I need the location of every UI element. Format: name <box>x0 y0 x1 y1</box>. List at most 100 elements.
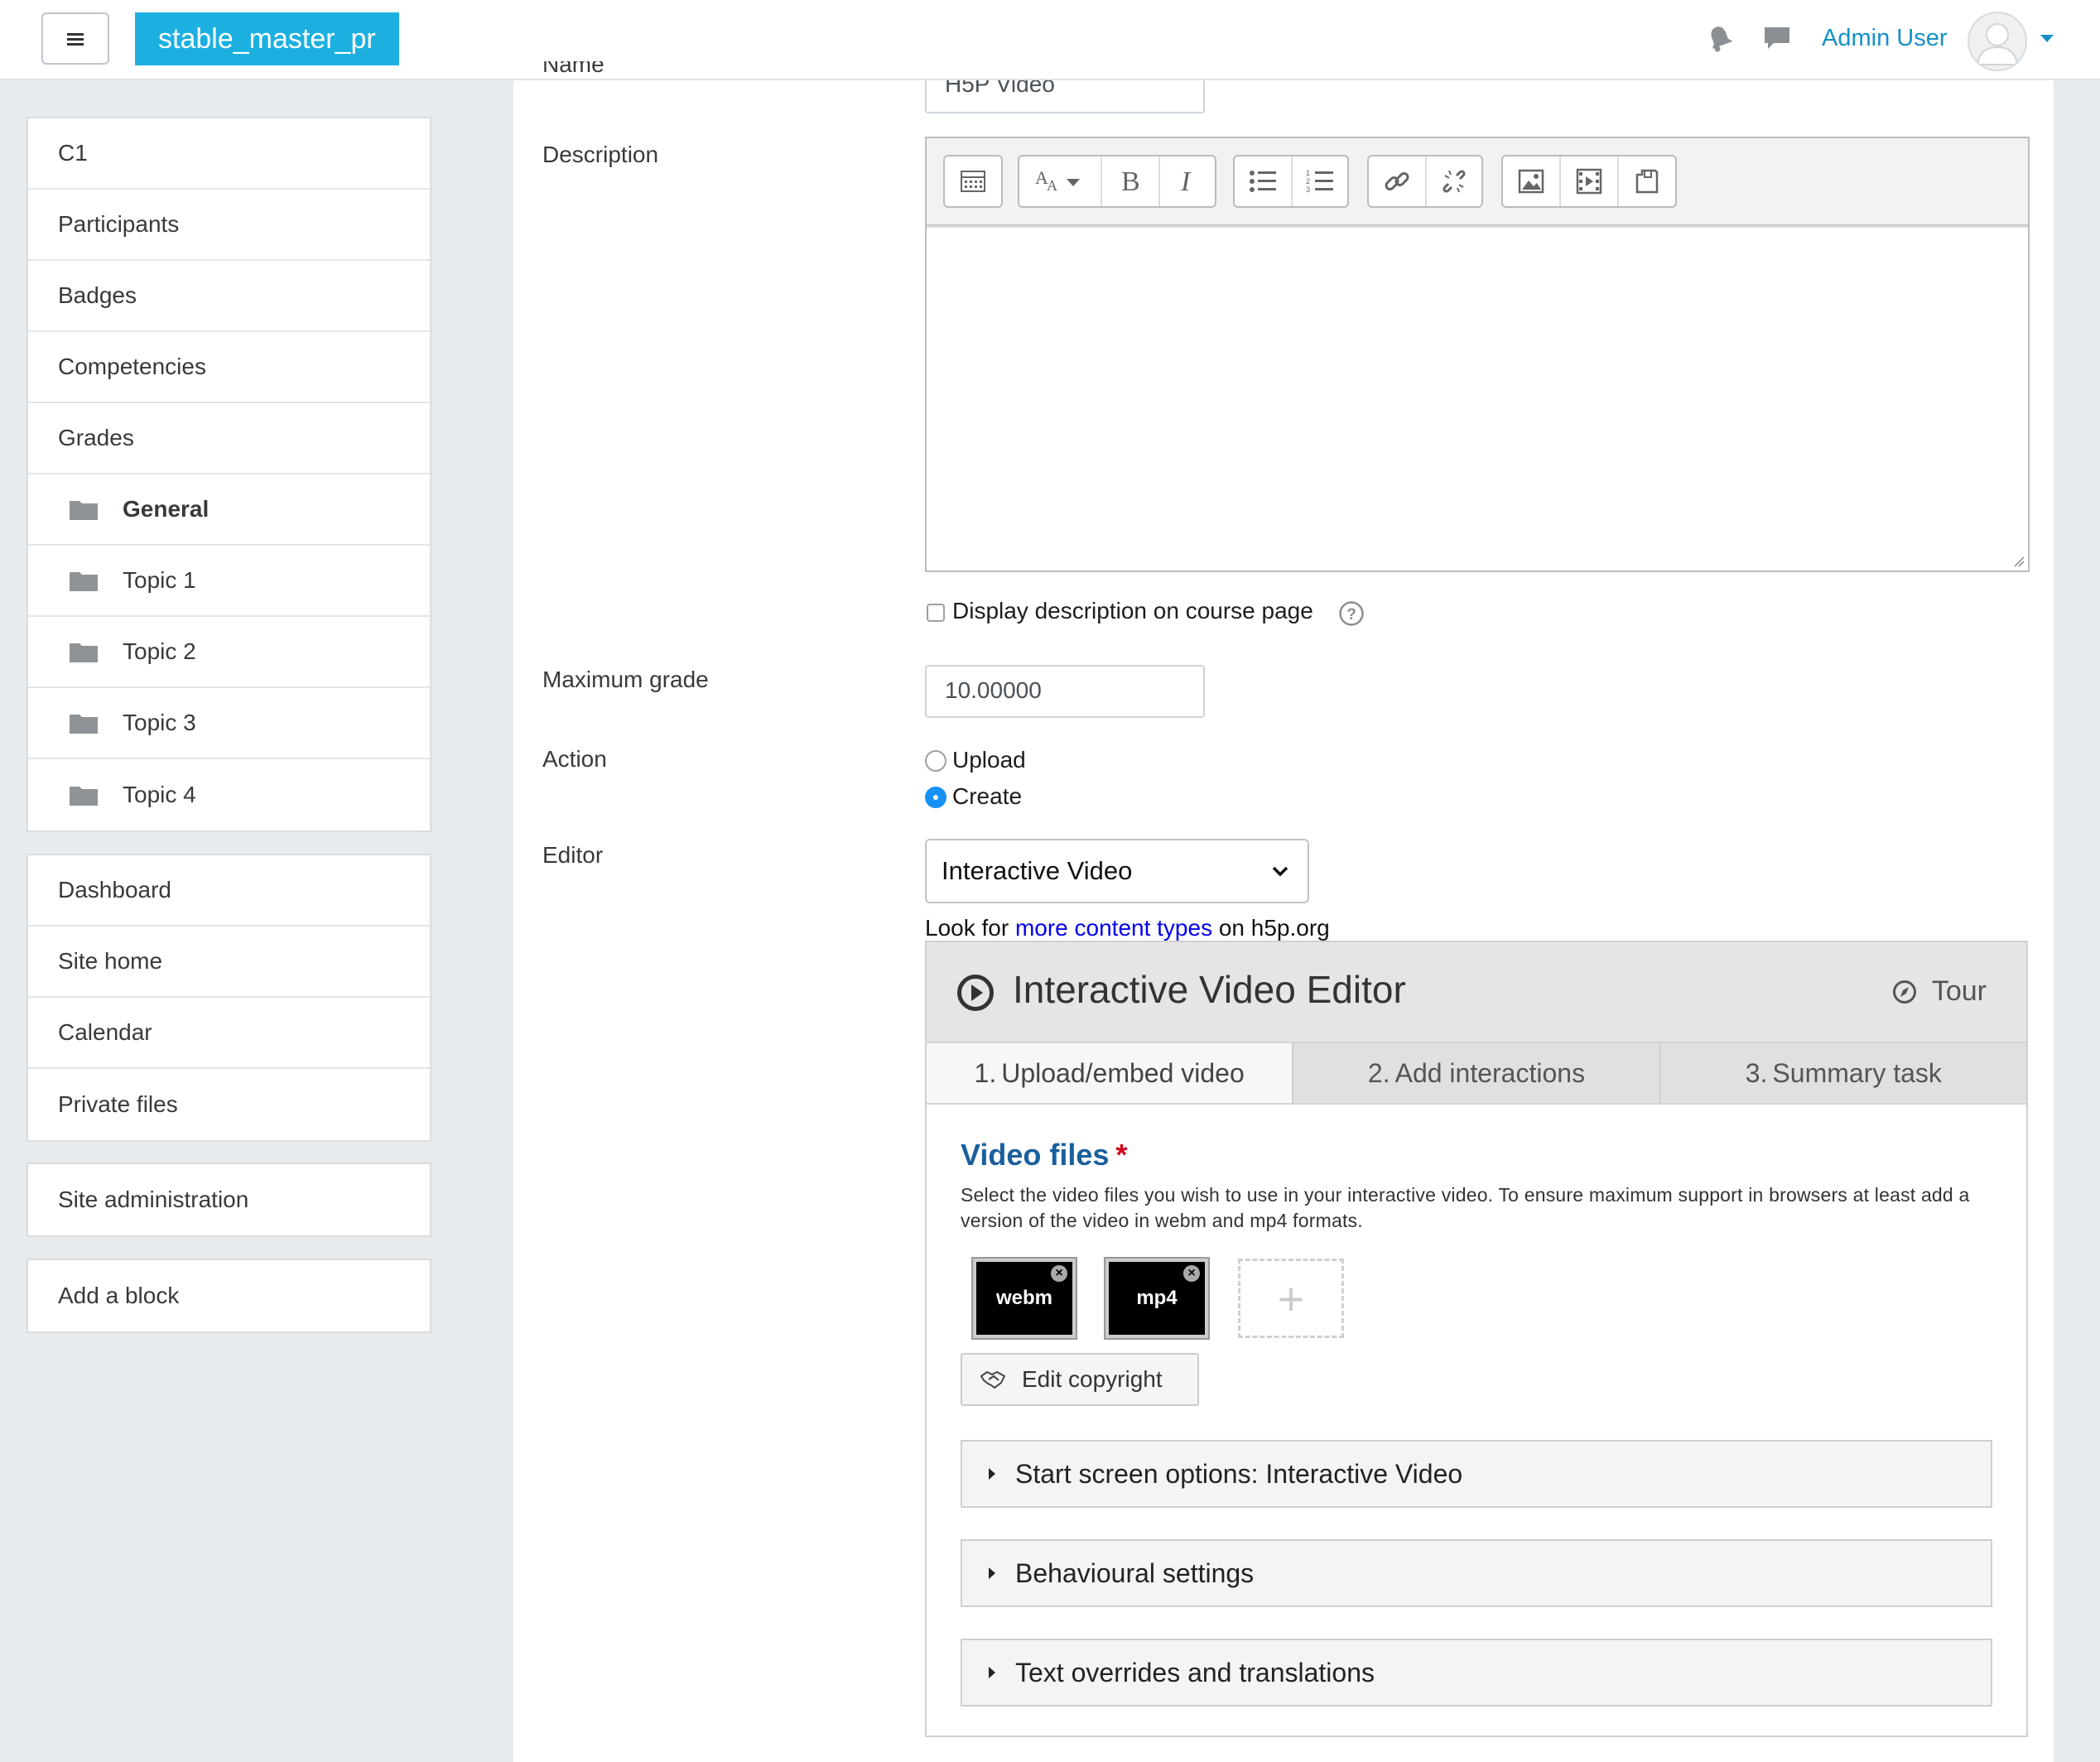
insert-image-button[interactable] <box>1503 156 1561 206</box>
bold-button[interactable]: B <box>1102 156 1160 206</box>
ordered-list-button[interactable]: 123 <box>1293 156 1347 206</box>
tab-number: 1. <box>974 1057 997 1088</box>
nav-item-topic-1[interactable]: Topic 1 <box>28 546 430 617</box>
nav-item-competencies[interactable]: Competencies <box>28 332 430 403</box>
manage-files-button[interactable] <box>1619 156 1675 206</box>
nav-item-topic-4[interactable]: Topic 4 <box>28 759 430 830</box>
avatar[interactable] <box>1968 12 2027 71</box>
video-file-label: mp4 <box>1136 1287 1178 1309</box>
remove-file-icon[interactable]: × <box>1051 1265 1067 1282</box>
files-icon <box>1635 169 1659 194</box>
tour-button[interactable]: Tour <box>1892 975 1987 1008</box>
site-brand[interactable]: stable_master_pr <box>135 12 399 65</box>
editor-select[interactable]: Interactive Video <box>925 839 1309 903</box>
look-for-prefix: Look for <box>925 915 1015 941</box>
nav-item-label: Badges <box>58 282 137 308</box>
h5p-editor-tabs: 1. Upload/embed video 2. Add interactions … <box>927 1043 2026 1105</box>
nav-item-participants[interactable]: Participants <box>28 190 430 261</box>
nav-drawer: C1 Participants Badges Competencies Grad… <box>0 80 464 1762</box>
folder-icon <box>70 501 98 520</box>
nav-item-site-administration[interactable]: Site administration <box>28 1164 430 1235</box>
look-for-suffix: on h5p.org <box>1212 915 1330 941</box>
group-text-overrides[interactable]: Text overrides and translations <box>961 1639 1992 1707</box>
svg-text:1: 1 <box>1306 169 1310 177</box>
nav-item-grades[interactable]: Grades <box>28 403 430 474</box>
link-icon <box>1385 172 1409 190</box>
paragraph-styles-button[interactable]: A A <box>1019 156 1102 206</box>
italic-button[interactable]: I <box>1160 156 1215 206</box>
user-name[interactable]: Admin User <box>1822 22 1948 54</box>
group-start-screen-options[interactable]: Start screen options: Interactive Video <box>961 1440 1992 1508</box>
nav-item-label: C1 <box>58 140 88 166</box>
h5p-editor: Interactive Video Editor Tour 1. Upload/e… <box>925 941 2028 1737</box>
name-input-value: H5P Video <box>945 80 1055 97</box>
numbered-list-icon: 123 <box>1306 169 1333 194</box>
nav-item-general[interactable]: General <box>28 474 430 546</box>
nav-item-label: Calendar <box>58 1019 152 1045</box>
svg-text:?: ? <box>1346 606 1356 623</box>
add-video-file-button[interactable]: + <box>1238 1259 1344 1338</box>
menu-toggle-button[interactable] <box>41 12 109 65</box>
insert-media-button[interactable] <box>1561 156 1619 206</box>
nav-item-topic-3[interactable]: Topic 3 <box>28 688 430 759</box>
show-more-buttons[interactable] <box>945 156 1001 206</box>
action-upload-label: Upload <box>952 747 1026 773</box>
action-create-radio[interactable] <box>925 787 946 808</box>
caret-down-icon[interactable] <box>2040 35 2054 42</box>
remove-file-icon[interactable]: × <box>1183 1265 1200 1282</box>
nav-item-c1[interactable]: C1 <box>28 118 430 190</box>
italic-icon: I <box>1180 167 1192 195</box>
edit-copyright-button[interactable]: Edit copyright <box>961 1353 1199 1406</box>
bell-icon[interactable] <box>1706 23 1734 53</box>
tab-number: 2. <box>1367 1057 1390 1088</box>
bullet-list-icon <box>1250 171 1276 192</box>
nav-item-calendar[interactable]: Calendar <box>28 998 430 1069</box>
unordered-list-button[interactable] <box>1235 156 1293 206</box>
group-title: Text overrides and translations <box>1015 1657 1375 1687</box>
chat-icon[interactable] <box>1762 23 1792 53</box>
video-file-mp4[interactable]: mp4 × <box>1105 1259 1208 1338</box>
name-input[interactable]: H5P Video <box>925 80 1205 113</box>
display-description-label: Display description on course page <box>952 598 1313 623</box>
user-silhouette-icon <box>1976 23 2019 65</box>
nav-item-topic-2[interactable]: Topic 2 <box>28 617 430 688</box>
resize-grip-icon[interactable] <box>2013 556 2025 567</box>
nav-item-label: General <box>123 496 210 522</box>
unlink-button[interactable] <box>1427 156 1481 206</box>
tab-upload-embed-video[interactable]: 1. Upload/embed video <box>927 1043 1294 1103</box>
tab-label: Upload/embed video <box>1001 1057 1245 1088</box>
film-icon <box>1576 168 1602 195</box>
tour-label: Tour <box>1931 975 1987 1007</box>
max-grade-input[interactable]: 10.00000 <box>925 665 1205 718</box>
link-button[interactable] <box>1369 156 1427 206</box>
nav-item-label: Topic 3 <box>123 710 196 735</box>
required-mark: * <box>1115 1138 1128 1172</box>
tab-summary-task[interactable]: 3. Summary task <box>1661 1043 2026 1103</box>
tab-add-interactions[interactable]: 2. Add interactions <box>1293 1043 1661 1103</box>
nav-item-label: Topic 1 <box>123 567 196 593</box>
nav-item-dashboard[interactable]: Dashboard <box>28 855 430 927</box>
navbar: stable_master_pr Admin User <box>0 0 2100 80</box>
description-label: Description <box>542 142 659 167</box>
group-behavioural-settings[interactable]: Behavioural settings <box>961 1539 1992 1607</box>
add-block-button[interactable]: Add a block <box>28 1260 430 1331</box>
nav-item-label: Competencies <box>58 354 206 379</box>
folder-icon <box>70 643 98 662</box>
nav-item-private-files[interactable]: Private files <box>28 1069 430 1140</box>
image-icon <box>1518 169 1544 194</box>
group-title: Behavioural settings <box>1015 1557 1255 1588</box>
display-description-checkbox[interactable] <box>927 604 945 622</box>
nav-item-badges[interactable]: Badges <box>28 261 430 332</box>
toolbar-group-media <box>1501 155 1677 208</box>
nav-item-site-home[interactable]: Site home <box>28 927 430 998</box>
toolbar-toggle-icon <box>961 171 985 192</box>
more-content-types-link[interactable]: more content types <box>1015 915 1212 941</box>
description-textarea[interactable] <box>927 226 2028 570</box>
help-icon[interactable]: ? <box>1338 600 1365 627</box>
video-file-webm[interactable]: webm × <box>973 1259 1076 1338</box>
action-upload-radio[interactable] <box>925 750 946 772</box>
toolbar-group-collapse <box>943 155 1003 208</box>
toolbar-group-links <box>1367 155 1483 208</box>
toolbar-group-lists: 123 <box>1233 155 1349 208</box>
folder-icon <box>70 787 98 806</box>
